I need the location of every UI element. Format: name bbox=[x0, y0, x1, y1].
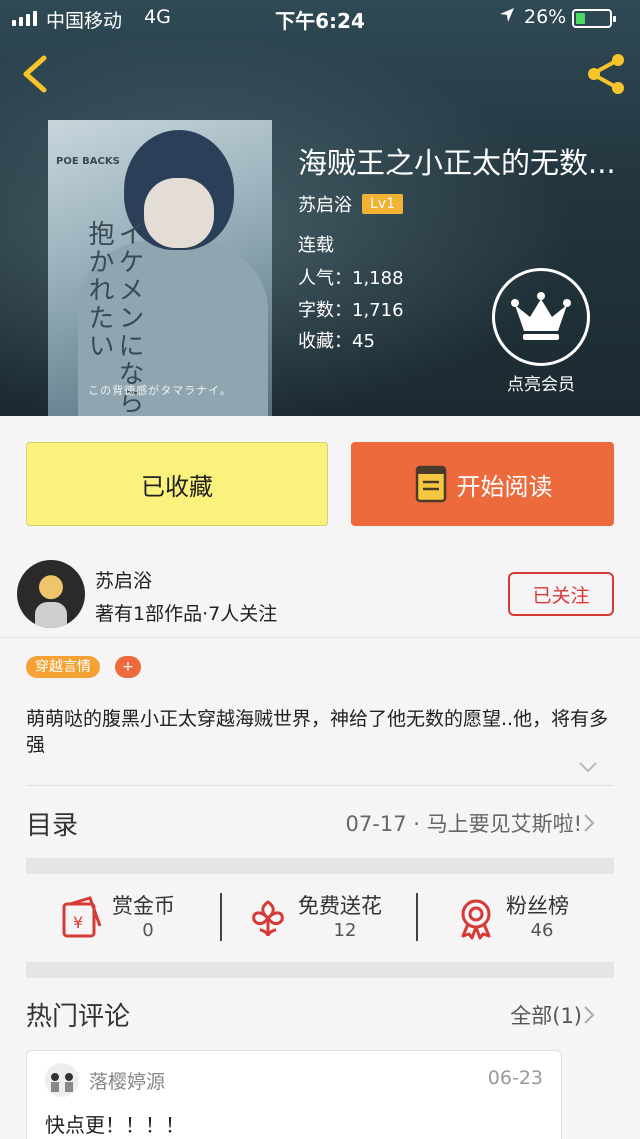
medal-icon bbox=[461, 899, 491, 940]
fans-ranking-button[interactable]: 粉丝榜 46 bbox=[454, 890, 594, 950]
section-separator bbox=[26, 858, 614, 874]
chevron-left-icon bbox=[23, 55, 47, 93]
reward-coin-button[interactable]: ¥ 赏金币 0 bbox=[60, 890, 200, 950]
genre-tag[interactable]: 穿越言情 bbox=[26, 656, 100, 678]
send-flower-button[interactable]: 免费送花 12 bbox=[246, 890, 406, 950]
author-stats: 著有1部作品·7人关注 bbox=[95, 603, 278, 625]
book-status: 连载 bbox=[298, 235, 334, 256]
comment-card[interactable]: 落樱婷源 06-23 快点更！！！！ bbox=[26, 1050, 562, 1139]
collected-button[interactable]: 已收藏 bbox=[26, 442, 328, 526]
book-header: 中国移动 4G 下午6:24 26% POE BACKS イケメンになら抱かれた… bbox=[0, 0, 640, 416]
divider bbox=[416, 893, 418, 941]
book-favorites: 收藏：45 bbox=[298, 331, 375, 352]
chevron-down-icon[interactable] bbox=[578, 760, 598, 774]
start-reading-label: 开始阅读 bbox=[456, 472, 553, 501]
cover-series: POE BACKS bbox=[56, 156, 120, 167]
divider bbox=[26, 785, 614, 786]
start-reading-button[interactable]: 开始阅读 bbox=[351, 442, 614, 526]
latest-chapter: 07-17 · 马上要见艾斯啦! bbox=[345, 812, 582, 836]
vip-label: 点亮会员 bbox=[507, 375, 575, 395]
book-word-count: 字数：1,716 bbox=[298, 300, 404, 321]
reward-coin-label: 赏金币 bbox=[112, 894, 175, 918]
red-envelope-icon: ¥ bbox=[62, 896, 102, 938]
send-flower-label: 免费送花 bbox=[298, 894, 382, 918]
add-tag-button[interactable]: + bbox=[115, 656, 141, 678]
book-icon bbox=[415, 465, 446, 503]
crown-icon bbox=[511, 292, 571, 340]
avatar[interactable] bbox=[45, 1063, 79, 1097]
book-popularity: 人气：1,188 bbox=[298, 268, 404, 289]
section-separator bbox=[26, 962, 614, 978]
vip-button[interactable]: 点亮会员 bbox=[492, 268, 590, 395]
cover-tagline: この背徳感がタマラナイ。 bbox=[88, 384, 232, 397]
book-cover[interactable]: POE BACKS イケメンになら抱かれたい この背徳感がタマラナイ。 bbox=[48, 120, 272, 416]
author-card[interactable]: 苏启浴 著有1部作品·7人关注 已关注 bbox=[0, 546, 640, 638]
follow-button[interactable]: 已关注 bbox=[508, 572, 614, 616]
divider bbox=[220, 893, 222, 941]
fans-ranking-count: 46 bbox=[530, 920, 554, 941]
collected-label: 已收藏 bbox=[141, 472, 213, 501]
fans-ranking-label: 粉丝榜 bbox=[506, 894, 569, 918]
book-author[interactable]: 苏启浴 bbox=[298, 191, 352, 217]
comment-user[interactable]: 落樱婷源 bbox=[89, 1067, 165, 1094]
chevron-right-icon bbox=[584, 1006, 595, 1024]
location-icon bbox=[498, 6, 516, 29]
battery-icon bbox=[572, 9, 616, 28]
comment-date: 06-23 bbox=[487, 1067, 543, 1089]
book-intro: 萌萌哒的腹黑小正太穿越海贼世界，神给了他无数的愿望..他，将有多强 bbox=[26, 708, 609, 756]
all-comments-label: 全部(1) bbox=[510, 1004, 582, 1028]
svg-text:¥: ¥ bbox=[73, 913, 83, 932]
share-button[interactable] bbox=[582, 50, 630, 98]
back-button[interactable] bbox=[14, 50, 58, 98]
share-icon bbox=[588, 54, 624, 94]
flower-icon bbox=[252, 900, 284, 937]
catalog-title: 目录 bbox=[26, 811, 79, 841]
level-badge: Lv1 bbox=[362, 194, 403, 214]
avatar[interactable] bbox=[17, 560, 85, 628]
status-bar: 中国移动 4G 下午6:24 26% bbox=[0, 0, 640, 38]
chevron-right-icon bbox=[584, 814, 595, 832]
book-title: 海贼王之小正太的无数... bbox=[298, 146, 616, 180]
send-flower-count: 12 bbox=[333, 920, 357, 941]
book-author-line: 苏启浴 Lv1 bbox=[298, 191, 403, 217]
battery-percent: 26% bbox=[524, 6, 567, 28]
reward-coin-count: 0 bbox=[142, 920, 154, 941]
hot-comments-title: 热门评论 bbox=[26, 1002, 131, 1032]
comment-text: 快点更！！！！ bbox=[45, 1113, 185, 1137]
author-name: 苏启浴 bbox=[95, 570, 153, 592]
